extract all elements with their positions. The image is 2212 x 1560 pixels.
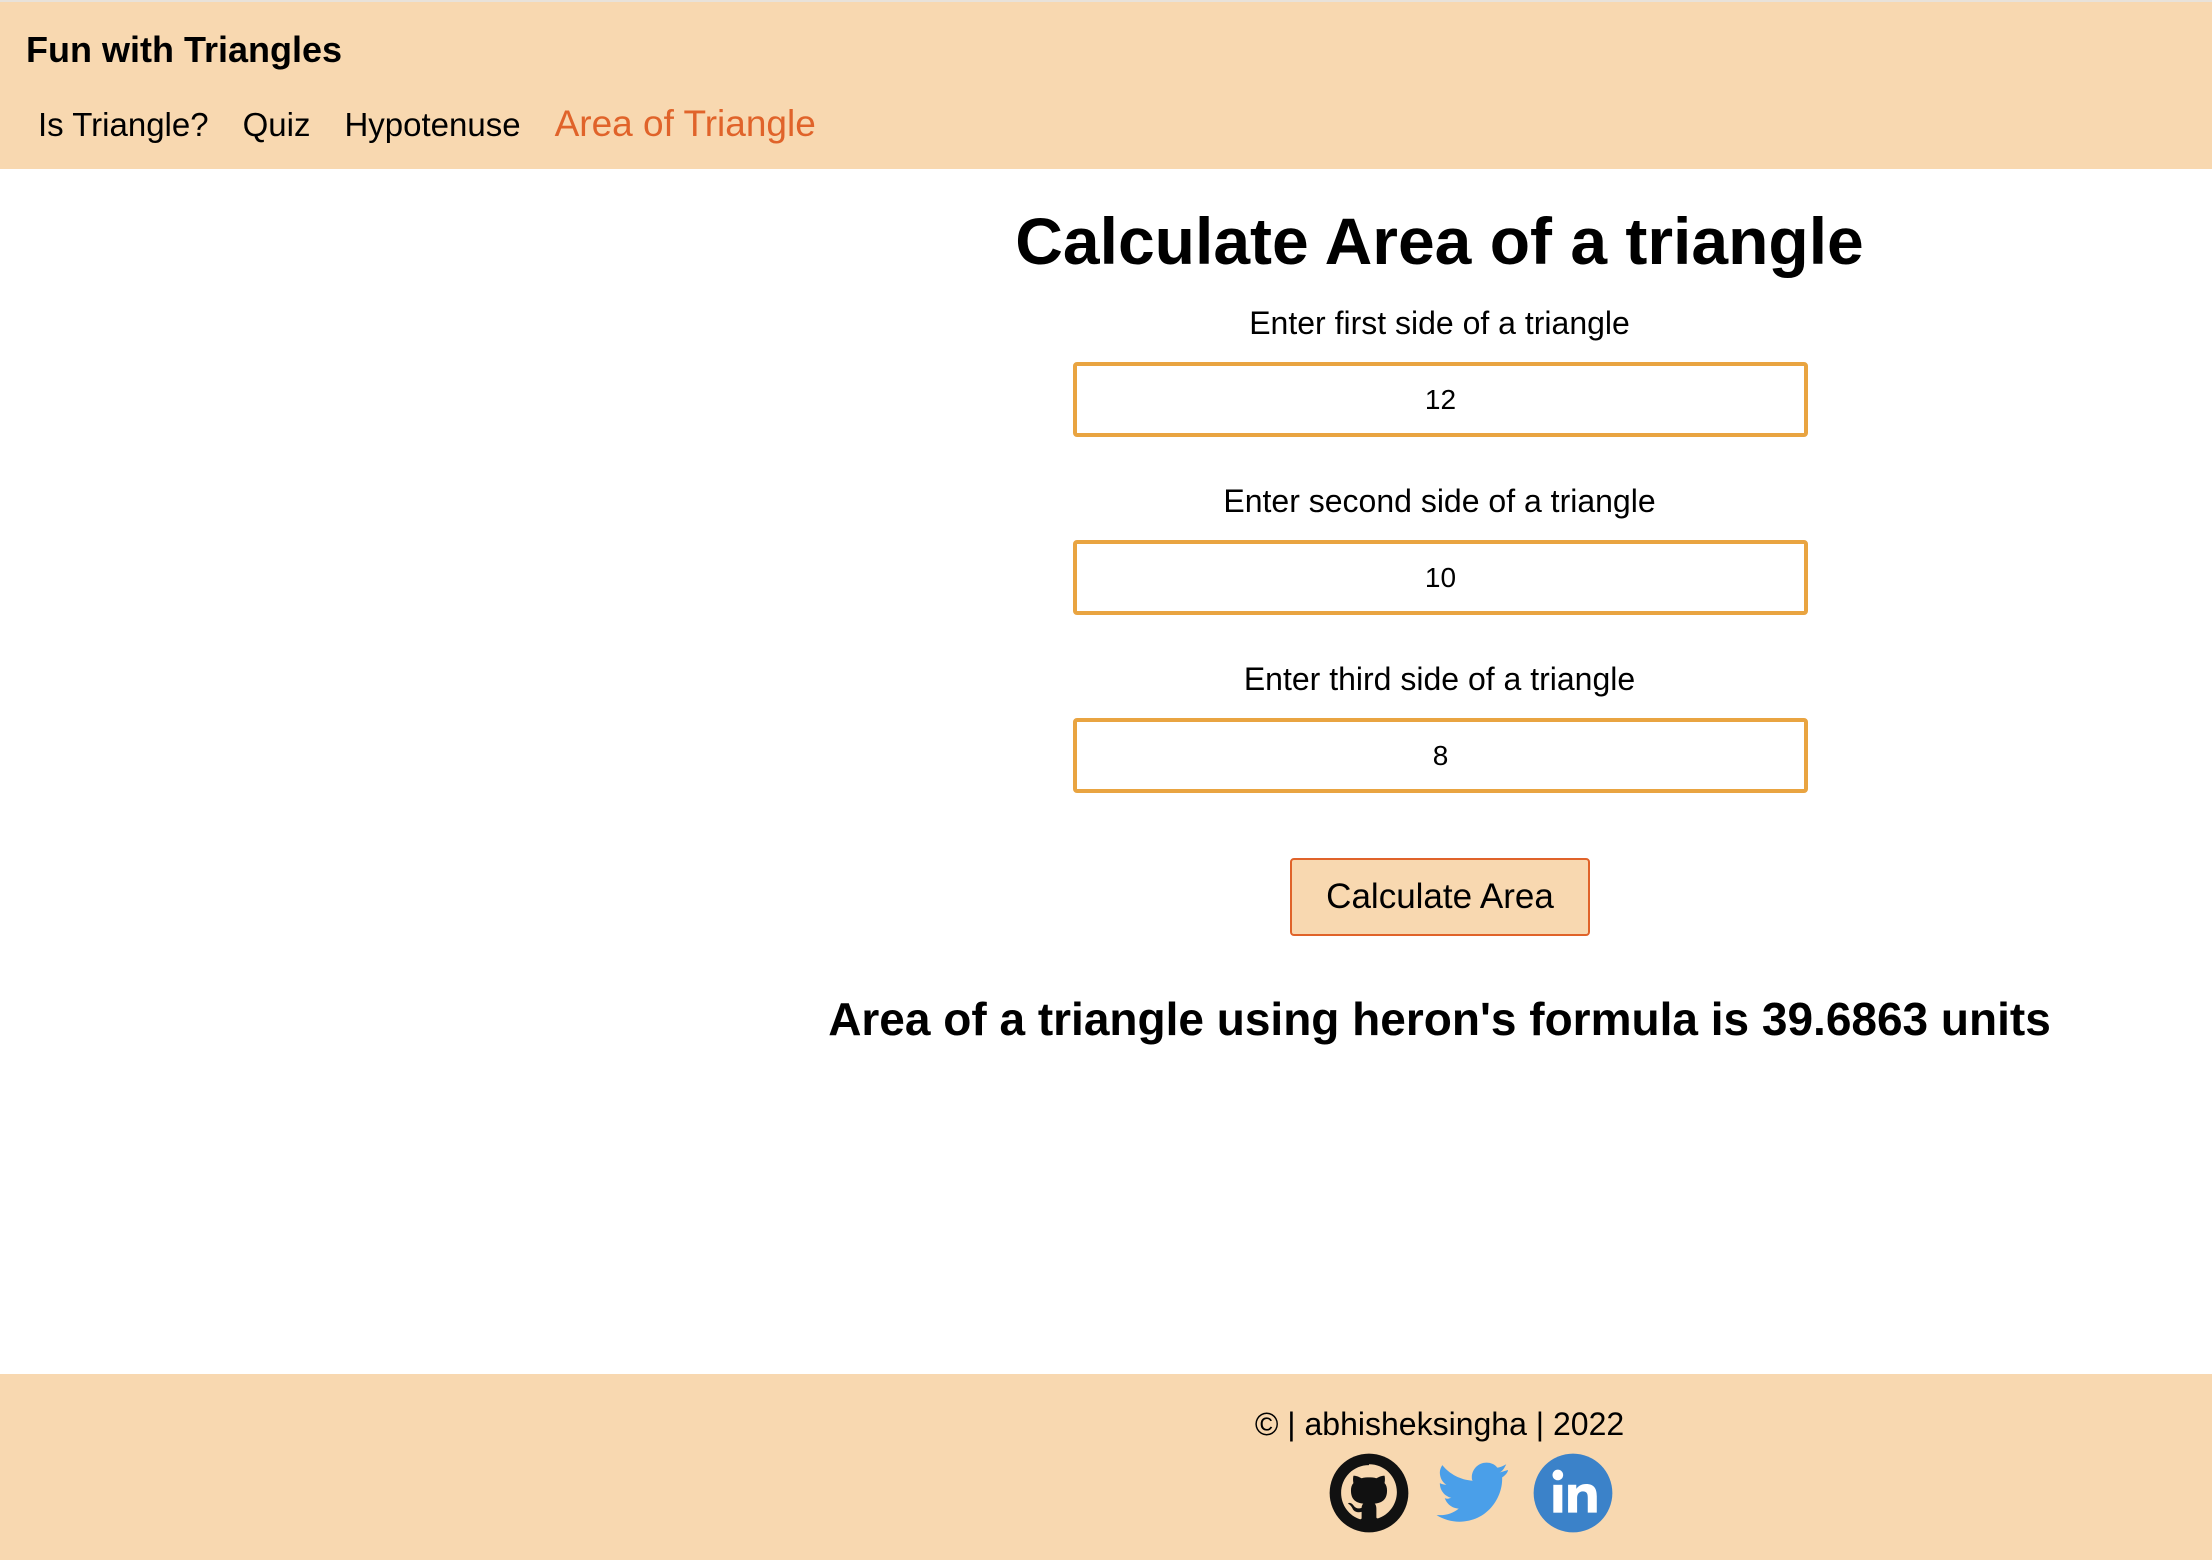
nav-link-area-of-triangle[interactable]: Area of Triangle <box>555 102 816 146</box>
first-side-input[interactable] <box>1073 362 1808 437</box>
calculate-area-button[interactable]: Calculate Area <box>1290 858 1590 936</box>
second-side-label: Enter second side of a triangle <box>1223 483 1656 519</box>
social-links <box>1328 1452 1634 1534</box>
github-icon[interactable] <box>1328 1452 1410 1534</box>
nav-link-hypotenuse[interactable]: Hypotenuse <box>344 103 520 147</box>
nav-bar: Is Triangle? Quiz Hypotenuse Area of Tri… <box>38 102 850 147</box>
brand-title[interactable]: Fun with Triangles <box>26 28 342 72</box>
twitter-icon[interactable] <box>1430 1452 1512 1534</box>
nav-link-is-triangle[interactable]: Is Triangle? <box>38 103 209 147</box>
linkedin-icon[interactable] <box>1532 1452 1614 1534</box>
second-side-input[interactable] <box>1073 540 1808 615</box>
result-text: Area of a triangle using heron's formula… <box>828 993 2051 1045</box>
page-title: Calculate Area of a triangle <box>1015 204 1864 278</box>
nav-link-quiz[interactable]: Quiz <box>243 103 311 147</box>
footer: © | abhisheksingha | 2022 <box>0 1374 2212 1560</box>
header: Fun with Triangles Is Triangle? Quiz Hyp… <box>0 0 2212 169</box>
copyright-text: © | abhisheksingha | 2022 <box>1254 1406 1625 1442</box>
third-side-input[interactable] <box>1073 718 1808 793</box>
third-side-label: Enter third side of a triangle <box>1243 661 1636 697</box>
page: Fun with Triangles Is Triangle? Quiz Hyp… <box>0 0 2212 1560</box>
first-side-label: Enter first side of a triangle <box>1249 305 1630 341</box>
